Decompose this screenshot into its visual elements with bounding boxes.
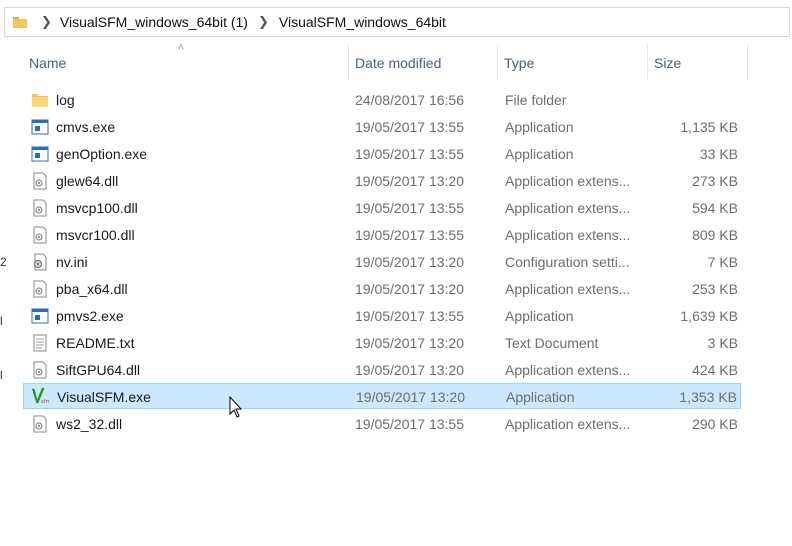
- text-file-icon: [33, 334, 47, 352]
- column-divider[interactable]: [747, 44, 748, 80]
- dll-file-icon: [33, 172, 47, 190]
- file-type: Configuration setti...: [505, 254, 630, 270]
- file-name: log: [56, 92, 75, 108]
- file-size: 1,353 KB: [679, 389, 737, 405]
- file-name: genOption.exe: [56, 146, 148, 162]
- file-name: msvcp100.dll: [56, 200, 138, 216]
- navigation-pane-edge: 2 l l: [0, 44, 7, 546]
- file-date: 19/05/2017 13:20: [356, 389, 465, 405]
- file-type: Text Document: [505, 335, 599, 351]
- file-name: README.txt: [56, 335, 135, 351]
- application-icon: [31, 308, 49, 324]
- file-size: 1,135 KB: [680, 119, 738, 135]
- file-date: 19/05/2017 13:20: [355, 254, 464, 270]
- file-date: 19/05/2017 13:20: [355, 335, 464, 351]
- file-type: Application extens...: [505, 200, 631, 216]
- file-date: 19/05/2017 13:20: [355, 362, 464, 378]
- dll-file-icon: [33, 361, 47, 379]
- file-size: 273 KB: [692, 173, 738, 189]
- file-row-pmvs2[interactable]: pmvs2.exe 19/05/2017 13:55 Application 1…: [23, 303, 741, 329]
- file-name: VisualSFM.exe: [57, 389, 151, 405]
- file-type: Application: [505, 146, 574, 162]
- file-size: 594 KB: [692, 200, 738, 216]
- file-type: Application: [505, 308, 574, 324]
- file-date: 24/08/2017 16:56: [355, 92, 464, 108]
- file-type: Application extens...: [505, 416, 631, 432]
- svg-text:sfm: sfm: [41, 399, 49, 405]
- column-header-type[interactable]: Type: [498, 44, 647, 80]
- file-name: pba_x64.dll: [56, 281, 128, 297]
- file-row-msvcr100[interactable]: msvcr100.dll 19/05/2017 13:55 Applicatio…: [23, 222, 741, 248]
- folder-icon: [13, 16, 27, 28]
- chevron-right-icon[interactable]: ❯: [41, 14, 52, 30]
- mouse-cursor-icon: [229, 396, 243, 418]
- chevron-right-icon[interactable]: ❯: [258, 14, 269, 30]
- visualsfm-app-icon: sfm: [31, 387, 49, 405]
- dll-file-icon: [33, 226, 47, 244]
- file-date: 19/05/2017 13:55: [355, 119, 464, 135]
- file-type: File folder: [505, 92, 567, 108]
- file-name: SiftGPU64.dll: [56, 362, 141, 378]
- breadcrumb-parent[interactable]: VisualSFM_windows_64bit (1): [60, 14, 248, 30]
- folder-icon: [32, 94, 48, 107]
- dll-file-icon: [33, 199, 47, 217]
- file-date: 19/05/2017 13:55: [355, 200, 464, 216]
- file-row-nv-ini[interactable]: nv.ini 19/05/2017 13:20 Configuration se…: [23, 249, 741, 275]
- column-headers: ˄ Name Date modified Type Size: [0, 42, 792, 80]
- file-size: 33 KB: [699, 146, 738, 162]
- file-size: 290 KB: [692, 416, 738, 432]
- application-icon: [31, 119, 49, 135]
- breadcrumb-current[interactable]: VisualSFM_windows_64bit: [279, 14, 446, 30]
- file-row-cmvs[interactable]: cmvs.exe 19/05/2017 13:55 Application 1,…: [23, 114, 741, 140]
- file-name: pmvs2.exe: [56, 308, 124, 324]
- file-size: 253 KB: [692, 281, 738, 297]
- file-name: cmvs.exe: [56, 119, 116, 135]
- file-name: ws2_32.dll: [56, 416, 123, 432]
- address-bar[interactable]: ❯ VisualSFM_windows_64bit (1) ❯ VisualSF…: [0, 0, 792, 44]
- file-size: 809 KB: [692, 227, 738, 243]
- file-date: 19/05/2017 13:55: [355, 146, 464, 162]
- file-date: 19/05/2017 13:20: [355, 173, 464, 189]
- file-name: msvcr100.dll: [56, 227, 135, 243]
- file-row-genoption[interactable]: genOption.exe 19/05/2017 13:55 Applicati…: [23, 141, 741, 167]
- file-row-pba-x64[interactable]: pba_x64.dll 19/05/2017 13:20 Application…: [23, 276, 741, 302]
- file-type: Application: [506, 389, 575, 405]
- file-type: Application: [505, 119, 574, 135]
- column-header-date[interactable]: Date modified: [349, 44, 497, 80]
- file-size: 3 KB: [707, 335, 738, 351]
- file-row-msvcp100[interactable]: msvcp100.dll 19/05/2017 13:55 Applicatio…: [23, 195, 741, 221]
- column-header-name[interactable]: Name: [23, 44, 348, 80]
- file-date: 19/05/2017 13:20: [355, 281, 464, 297]
- file-size: 7 KB: [707, 254, 738, 270]
- clipped-text: 2: [0, 255, 7, 269]
- dll-file-icon: [33, 415, 47, 433]
- file-type: Application extens...: [505, 362, 631, 378]
- dll-file-icon: [33, 280, 47, 298]
- file-type: Application extens...: [505, 281, 631, 297]
- file-name: glew64.dll: [56, 173, 119, 189]
- address-box[interactable]: ❯ VisualSFM_windows_64bit (1) ❯ VisualSF…: [4, 7, 790, 37]
- config-file-icon: [34, 253, 47, 271]
- file-size: 1,639 KB: [680, 308, 738, 324]
- column-header-size[interactable]: Size: [648, 44, 747, 80]
- file-name: nv.ini: [56, 254, 88, 270]
- file-row-ws2-32[interactable]: ws2_32.dll 19/05/2017 13:55 Application …: [23, 411, 741, 437]
- file-row-glew64[interactable]: glew64.dll 19/05/2017 13:20 Application …: [23, 168, 741, 194]
- file-row-visualsfm[interactable]: sfm VisualSFM.exe 19/05/2017 13:20 Appli…: [23, 383, 741, 409]
- file-date: 19/05/2017 13:55: [355, 416, 464, 432]
- clipped-text: l: [0, 314, 3, 328]
- file-type: Application extens...: [505, 227, 631, 243]
- file-date: 19/05/2017 13:55: [355, 308, 464, 324]
- clipped-text: l: [0, 368, 3, 382]
- file-date: 19/05/2017 13:55: [355, 227, 464, 243]
- file-row-log[interactable]: log 24/08/2017 16:56 File folder: [23, 87, 741, 113]
- application-icon: [31, 146, 49, 162]
- file-type: Application extens...: [505, 173, 631, 189]
- file-row-siftgpu64[interactable]: SiftGPU64.dll 19/05/2017 13:20 Applicati…: [23, 357, 741, 383]
- file-size: 424 KB: [692, 362, 738, 378]
- file-row-readme[interactable]: README.txt 19/05/2017 13:20 Text Documen…: [23, 330, 741, 356]
